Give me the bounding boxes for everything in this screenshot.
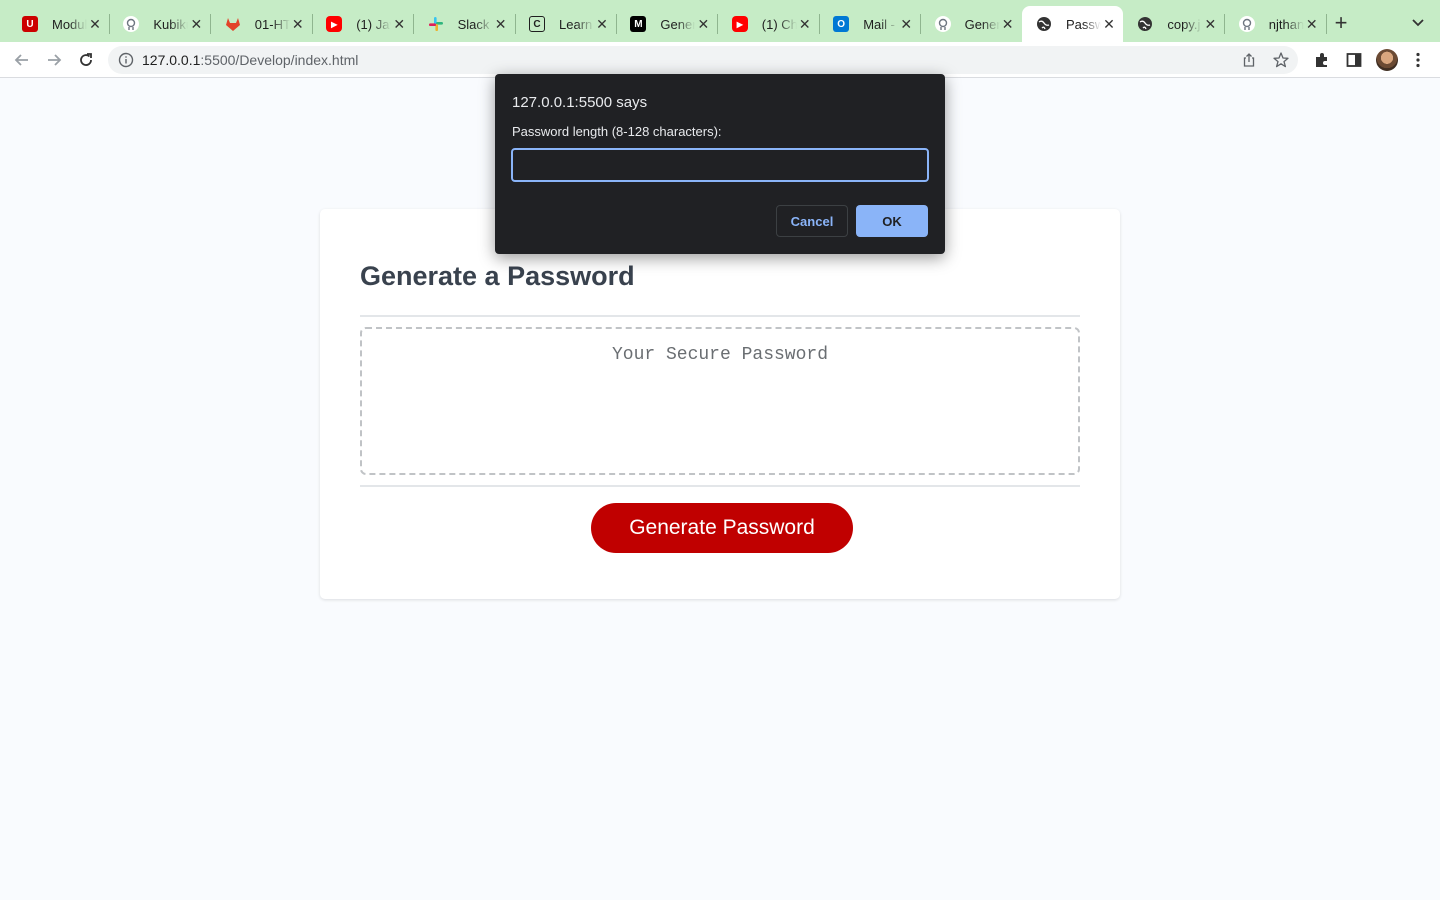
- generate-password-button[interactable]: Generate Password: [591, 503, 853, 553]
- close-icon[interactable]: ✕: [1304, 16, 1320, 32]
- password-card: Generate a Password Generate Password: [320, 209, 1120, 599]
- tab-title: Gener: [964, 16, 1000, 32]
- site-info-icon[interactable]: [118, 52, 134, 68]
- browser-tab[interactable]: Passw ✕: [1022, 6, 1123, 42]
- browser-tab[interactable]: 01-HT ✕: [211, 6, 312, 42]
- prompt-dialog: 127.0.0.1:5500 says Password length (8-1…: [495, 74, 945, 254]
- tab-title: (1) Jav: [356, 16, 392, 32]
- reload-icon[interactable]: [76, 50, 96, 70]
- close-icon[interactable]: ✕: [188, 16, 204, 32]
- globe-icon: [1137, 16, 1153, 32]
- browser-tab[interactable]: ▶ (1) Ch ✕: [718, 6, 819, 42]
- tab-separator: [1325, 14, 1327, 34]
- address-bar[interactable]: 127.0.0.1:5500/Develop/index.html: [108, 46, 1298, 74]
- forward-icon[interactable]: [44, 50, 64, 70]
- tab-strip: + UModul✕Kubiku✕01-HT✕▶(1) Jav✕Slack |✕C…: [0, 0, 1440, 42]
- browser-tab[interactable]: njthan ✕: [1225, 6, 1326, 42]
- browser-tab[interactable]: ▶ (1) Jav✕: [312, 6, 413, 42]
- close-icon[interactable]: ✕: [1202, 16, 1218, 32]
- tab-title: (1) Ch: [761, 16, 797, 32]
- browser-tab[interactable]: U Modul ✕: [8, 6, 109, 42]
- tab-title: Gener: [660, 16, 696, 32]
- close-icon[interactable]: ✕: [594, 16, 610, 32]
- password-length-input[interactable]: [511, 148, 929, 182]
- cancel-button[interactable]: Cancel: [776, 205, 848, 237]
- close-icon[interactable]: ✕: [493, 16, 509, 32]
- profile-avatar[interactable]: [1376, 49, 1398, 71]
- ok-button[interactable]: OK: [856, 205, 928, 237]
- dialog-message: Password length (8-128 characters):: [512, 124, 722, 139]
- back-icon[interactable]: [12, 50, 32, 70]
- github-icon: [123, 16, 140, 32]
- browser-tab[interactable]: M Gener ✕: [616, 6, 717, 42]
- slack-icon: [428, 16, 444, 32]
- tab-title: Slack |: [457, 16, 493, 32]
- side-panel-icon[interactable]: [1345, 51, 1363, 69]
- tab-title: Learn: [559, 16, 594, 32]
- browser-tab[interactable]: O Mail - ✕: [819, 6, 920, 42]
- share-icon[interactable]: [1241, 52, 1257, 68]
- youtube-icon: ▶: [326, 16, 343, 32]
- password-output[interactable]: [362, 329, 1078, 473]
- tab-search-icon[interactable]: [1410, 14, 1426, 30]
- tab-title: 01-HT: [254, 16, 290, 32]
- youtube-icon: ▶: [731, 16, 748, 32]
- close-icon[interactable]: ✕: [391, 16, 407, 32]
- browser-tab[interactable]: Slack | ✕: [414, 6, 515, 42]
- browser-tab[interactable]: C Learn ✕: [515, 6, 616, 42]
- learn-icon: C: [529, 16, 545, 32]
- tab-title: Passw: [1066, 16, 1101, 32]
- github-icon: [934, 16, 951, 32]
- browser-toolbar: 127.0.0.1:5500/Develop/index.html: [0, 42, 1440, 78]
- bookmark-star-icon[interactable]: [1272, 51, 1290, 69]
- tab-title: Modul: [52, 16, 87, 32]
- close-icon[interactable]: ✕: [1101, 16, 1117, 32]
- github-icon: [1238, 16, 1255, 32]
- tab-title: Kubiku: [153, 16, 189, 32]
- outlook-icon: O: [833, 16, 850, 32]
- browser-tab[interactable]: Gener ✕: [921, 6, 1022, 42]
- dialog-title: 127.0.0.1:5500 says: [512, 94, 648, 111]
- gitlab-icon: [225, 16, 241, 32]
- close-icon[interactable]: ✕: [695, 16, 711, 32]
- globe-icon: [1036, 16, 1052, 32]
- close-icon[interactable]: ✕: [87, 16, 103, 32]
- page-title: Generate a Password: [360, 261, 635, 291]
- divider-bottom: [360, 485, 1080, 487]
- tab-title: copy.j: [1167, 16, 1203, 32]
- extensions-icon[interactable]: [1313, 51, 1331, 69]
- password-display-box: [360, 327, 1080, 475]
- new-tab-button[interactable]: +: [1331, 12, 1351, 34]
- utah-u-icon: U: [22, 16, 38, 32]
- browser-tab[interactable]: copy.j ✕: [1123, 6, 1224, 42]
- tab-title: njthan: [1268, 16, 1304, 32]
- tab-title: Mail -: [863, 16, 899, 32]
- close-icon[interactable]: ✕: [797, 16, 813, 32]
- medium-icon: M: [630, 16, 647, 32]
- close-icon[interactable]: ✕: [290, 16, 306, 32]
- close-icon[interactable]: ✕: [1000, 16, 1016, 32]
- browser-tab[interactable]: Kubiku✕: [109, 6, 210, 42]
- url-text: 127.0.0.1:5500/Develop/index.html: [142, 52, 359, 68]
- divider-top: [360, 315, 1080, 317]
- close-icon[interactable]: ✕: [898, 16, 914, 32]
- menu-kebab-icon[interactable]: [1409, 51, 1427, 69]
